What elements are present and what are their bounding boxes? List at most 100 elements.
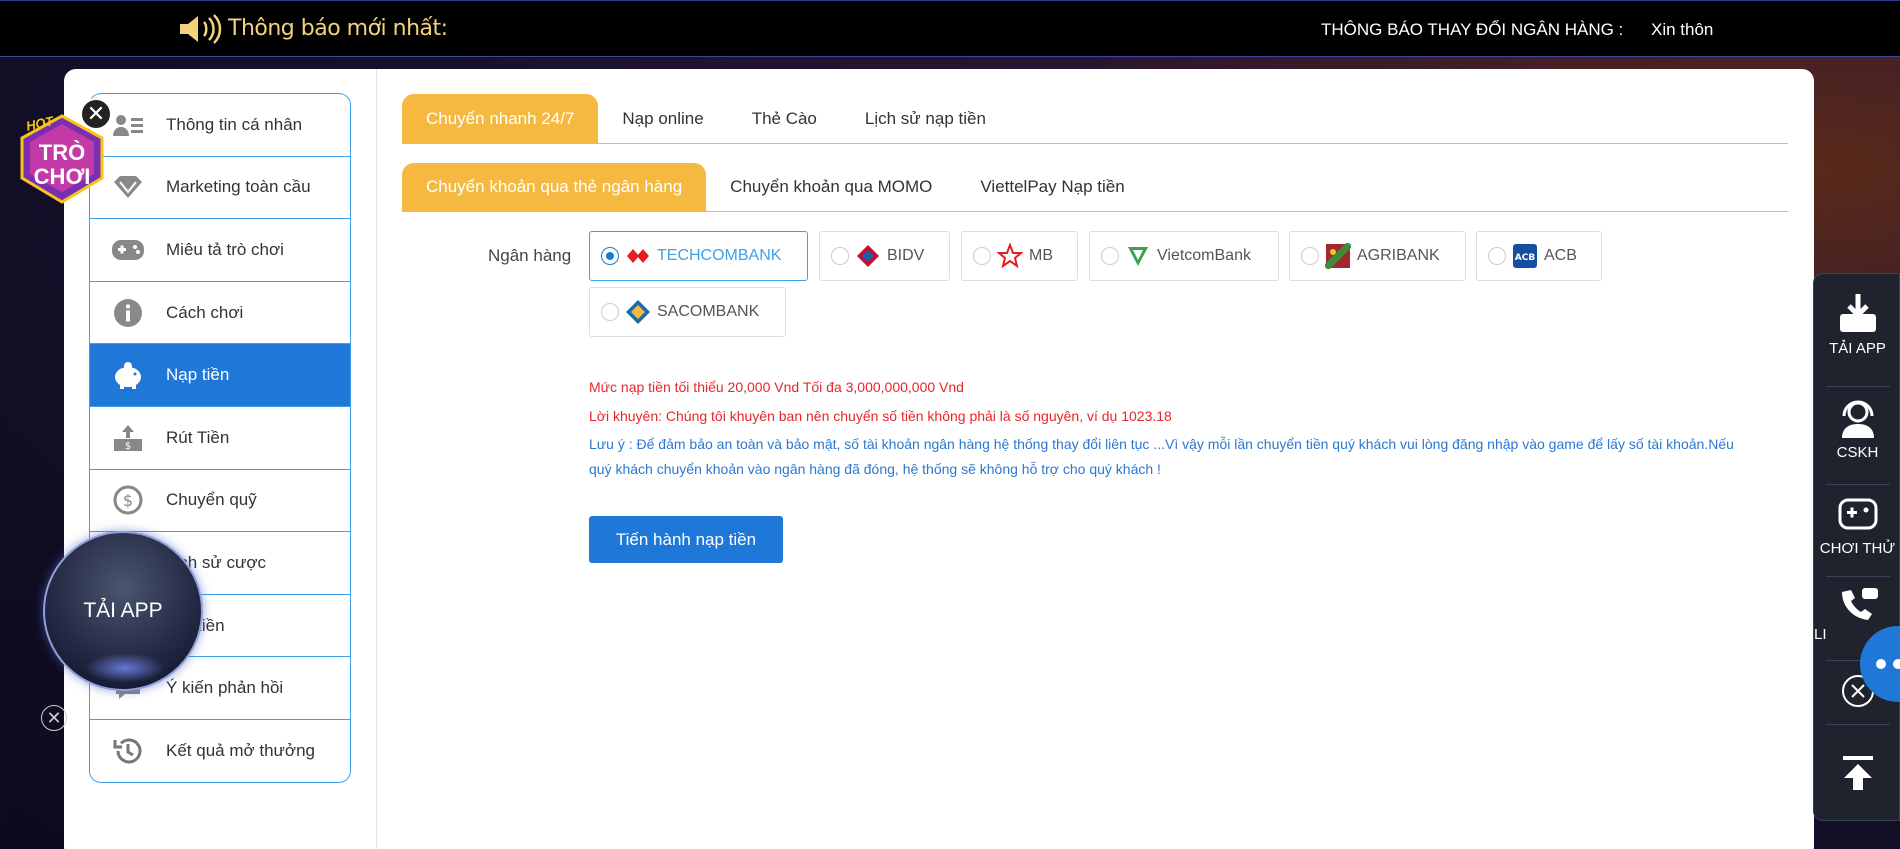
history-clock-icon xyxy=(110,733,146,769)
radio-button[interactable] xyxy=(601,303,619,321)
hot-badge-line3: CHƠI xyxy=(33,164,91,189)
sacombank-logo-icon xyxy=(626,300,650,324)
rp-contact[interactable]: LI xyxy=(1814,586,1900,643)
techcombank-logo-icon xyxy=(627,249,649,263)
bank-name: ACB xyxy=(1544,247,1577,264)
sidebar-item-label: Chuyển quỹ xyxy=(166,490,257,510)
sidebar-item-fund-transfer[interactable]: $ Chuyển quỹ xyxy=(90,470,350,533)
bank-option-techcombank[interactable]: TECHCOMBANK xyxy=(589,231,808,281)
sidebar-item-label: Nạp tiền xyxy=(166,365,230,385)
tab-bank-card-transfer[interactable]: Chuyển khoản qua thẻ ngân hàng xyxy=(402,163,707,211)
bank-field-label: Ngân hàng xyxy=(488,246,572,265)
bank-option-agribank[interactable]: AGRIBANK xyxy=(1289,231,1466,281)
svg-text:$: $ xyxy=(125,441,131,452)
tab-deposit-history[interactable]: Lịch sử nạp tiền xyxy=(841,94,1010,143)
svg-text:$: $ xyxy=(123,491,133,510)
tab-momo-transfer[interactable]: Chuyển khoản qua MOMO xyxy=(706,163,956,211)
sidebar-item-profile[interactable]: Thông tin cá nhân xyxy=(90,94,350,157)
bidv-logo-icon xyxy=(857,245,879,267)
sidebar-item-how-to-play[interactable]: Cách chơi xyxy=(90,282,350,345)
download-app-floating-button[interactable]: TẢI APP xyxy=(43,531,203,691)
sidebar-item-withdraw[interactable]: $ Rút Tiền xyxy=(90,407,350,470)
radio-button[interactable] xyxy=(1488,247,1506,265)
gamepad-icon xyxy=(1838,498,1877,530)
profile-card-icon xyxy=(110,107,146,143)
divider xyxy=(1826,484,1890,485)
bank-option-sacombank[interactable]: SACOMBANK xyxy=(589,287,786,337)
right-quick-panel: TẢI APP CSKH CHƠI THỬ LI xyxy=(1813,273,1900,821)
bank-name: TECHCOMBANK xyxy=(657,247,782,264)
divider xyxy=(1826,576,1890,577)
notice-bar: Thông báo mới nhất: THÔNG BÁO THAY ĐỔI N… xyxy=(0,0,1900,57)
gamepad-icon xyxy=(110,232,146,268)
sidebar-item-label: Ý kiến phản hồi xyxy=(166,678,284,698)
arrow-up-icon xyxy=(1842,756,1873,790)
tab-viettelpay[interactable]: ViettelPay Nạp tiền xyxy=(956,163,1148,211)
mb-logo-icon xyxy=(997,243,1023,269)
rp-back-to-top[interactable] xyxy=(1814,754,1900,798)
radio-button[interactable] xyxy=(973,247,991,265)
svg-text:ACB: ACB xyxy=(1515,253,1536,263)
bank-name: AGRIBANK xyxy=(1357,247,1440,264)
sidebar-item-label: Rút Tiền xyxy=(166,427,230,447)
sidebar-item-label: Kết quả mở thưởng xyxy=(166,741,315,761)
phone-chat-icon xyxy=(1841,588,1878,620)
content-divider xyxy=(376,69,377,849)
rp-support-label: CSKH xyxy=(1836,444,1879,461)
bank-name: BIDV xyxy=(887,247,925,264)
radio-button[interactable] xyxy=(1301,247,1319,265)
rp-customer-support[interactable]: CSKH xyxy=(1814,396,1900,461)
diamond-icon xyxy=(110,169,146,205)
sidebar-item-game-description[interactable]: Miêu tả trò chơi xyxy=(90,219,350,282)
tab-scratch-card[interactable]: Thẻ Cào xyxy=(728,94,841,143)
bank-option-vietcombank[interactable]: VietcomBank xyxy=(1089,231,1279,281)
headset-icon xyxy=(1841,400,1874,438)
sidebar-item-label: Thông tin cá nhân xyxy=(166,114,303,134)
sidebar-item-label: Miêu tả trò chơi xyxy=(166,239,284,259)
advice-text: Lời khuyên: Chúng tôi khuyên ban nên chu… xyxy=(589,408,1172,424)
deposit-limit-text: Mức nạp tiền tối thiểu 20,000 Vnd Tối đa… xyxy=(589,379,964,395)
vietcombank-logo-icon xyxy=(1128,247,1148,266)
deposit-method-tabs: Chuyển nhanh 24/7 Nạp online Thẻ Cào Lịc… xyxy=(402,94,1788,144)
proceed-deposit-button[interactable]: Tiến hành nạp tiền xyxy=(589,516,783,563)
withdraw-icon: $ xyxy=(110,420,146,456)
security-note-text: Lưu ý : Để đảm bảo an toàn và bảo mật, s… xyxy=(589,436,1734,477)
speaker-icon xyxy=(180,14,222,44)
rp-download-app[interactable]: TẢI APP xyxy=(1814,292,1900,357)
radio-button[interactable] xyxy=(831,247,849,265)
bank-option-acb[interactable]: ACB ACB xyxy=(1476,231,1602,281)
rp-try-play[interactable]: CHƠI THỬ xyxy=(1814,492,1900,557)
radio-button[interactable] xyxy=(601,247,619,265)
radio-button[interactable] xyxy=(1101,247,1119,265)
agribank-logo-icon xyxy=(1325,243,1351,269)
transfer-channel-tabs: Chuyển khoản qua thẻ ngân hàng Chuyển kh… xyxy=(402,163,1788,212)
bank-option-bidv[interactable]: BIDV xyxy=(819,231,950,281)
marquee-text: Xin thôn xyxy=(1651,20,1714,39)
divider xyxy=(1826,724,1890,725)
info-icon xyxy=(110,295,146,331)
bank-name: MB xyxy=(1029,247,1053,264)
bank-name: VietcomBank xyxy=(1157,247,1251,264)
sidebar-item-label: Cách chơi xyxy=(166,302,244,322)
sidebar-item-marketing[interactable]: Marketing toàn cầu xyxy=(90,157,350,220)
tab-online-deposit[interactable]: Nạp online xyxy=(598,94,727,143)
sidebar-item-deposit[interactable]: Nạp tiền xyxy=(90,344,350,407)
close-icon[interactable]: ✕ xyxy=(80,98,112,130)
close-icon[interactable]: ✕ xyxy=(41,705,67,731)
more-dots-icon xyxy=(1876,659,1900,669)
rp-contact-label: LI xyxy=(1814,626,1827,643)
notice-title: Thông báo mới nhất: xyxy=(228,16,448,41)
tab-fast-transfer[interactable]: Chuyển nhanh 24/7 xyxy=(402,94,599,143)
divider xyxy=(1826,386,1890,387)
rp-trial-label: CHƠI THỬ xyxy=(1819,540,1896,557)
download-app-label: TẢI APP xyxy=(83,599,163,622)
bank-option-mb[interactable]: MB xyxy=(961,231,1078,281)
sidebar-item-label: Marketing toàn cầu xyxy=(166,177,311,197)
download-icon xyxy=(1839,294,1876,332)
transfer-money-icon: $ xyxy=(110,482,146,518)
hot-badge-line2: TRÒ xyxy=(38,140,86,165)
piggy-bank-icon xyxy=(110,357,146,393)
marquee-label: THÔNG BÁO THAY ĐỔI NGÂN HÀNG : xyxy=(1321,20,1624,39)
sidebar-item-results[interactable]: Kết quả mở thưởng xyxy=(90,720,350,782)
rp-download-label: TẢI APP xyxy=(1829,340,1886,357)
